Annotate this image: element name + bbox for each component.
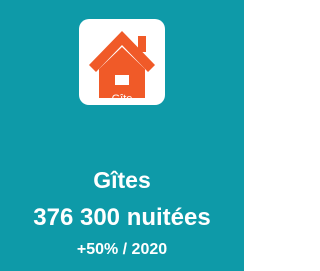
icon-label: Gîte (111, 93, 133, 105)
nights-value: 376 300 nuitées (33, 204, 211, 231)
gites-stat-card: Gîte Gîtes 376 300 nuitées +50% / 2020 (0, 0, 244, 271)
change-vs-2020: +50% / 2020 (76, 241, 168, 258)
icon-tile: Gîte (79, 19, 165, 105)
card-title: Gîtes (93, 167, 151, 193)
